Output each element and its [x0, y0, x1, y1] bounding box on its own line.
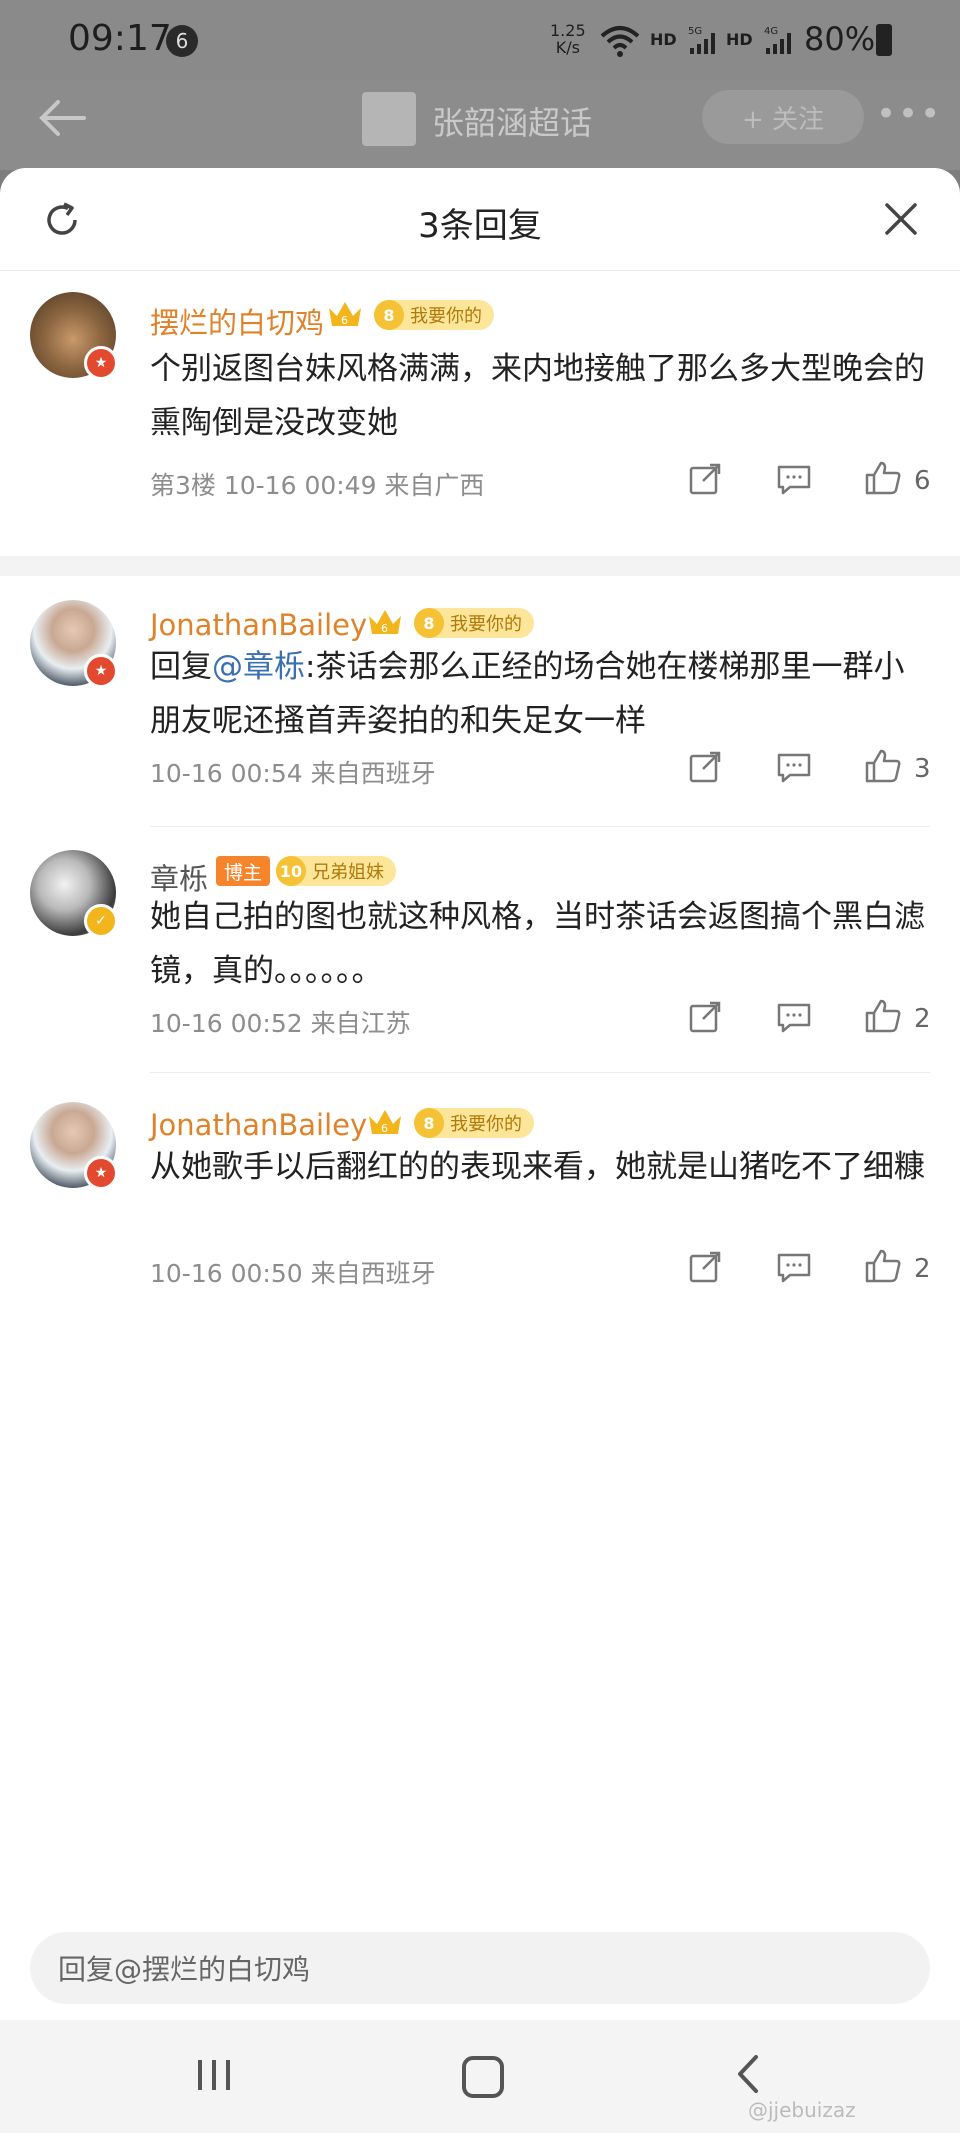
like-icon[interactable]: [864, 1248, 902, 1284]
close-icon[interactable]: [884, 202, 918, 236]
avatar[interactable]: ★: [30, 1102, 118, 1190]
share-icon[interactable]: [688, 1250, 722, 1284]
comment-text: 从她歌手以后翻红的的表现来看，她就是山猪吃不了细糠: [150, 1149, 925, 1185]
comment-item: ★ JonathanBailey 6 8 我要你的 从她歌手以后翻红的的表现来看…: [0, 1074, 960, 1314]
reply-input[interactable]: 回复@摆烂的白切鸡: [30, 1932, 930, 2004]
system-nav-bar: @jjebuizaz: [0, 2020, 960, 2133]
username[interactable]: 摆烂的白切鸡: [150, 300, 324, 342]
topic-avatar: [362, 92, 416, 146]
like-icon[interactable]: [864, 460, 902, 496]
battery-icon: [876, 24, 892, 56]
signal-5g-icon: 5G: [688, 26, 715, 54]
watermark-text: @jjebuizaz: [748, 2098, 856, 2122]
share-icon[interactable]: [688, 1000, 722, 1034]
notification-count-badge: 6: [166, 25, 198, 57]
comment-divider: [150, 1072, 930, 1073]
nav-back-icon[interactable]: [736, 2054, 760, 2094]
verified-badge-icon: ★: [84, 1156, 118, 1190]
fan-badge: 8 我要你的: [414, 608, 534, 638]
avatar[interactable]: ★: [30, 600, 118, 688]
replies-sheet: 3条回复 ★ 摆烂的白切鸡 6 8 我要你的 个别返图台妹风格满满，来内地接触了…: [0, 168, 960, 2133]
mention-link[interactable]: @章栎: [212, 649, 305, 685]
comment-icon[interactable]: [776, 1252, 812, 1284]
comment-item: ★ 摆烂的白切鸡 6 8 我要你的 个别返图台妹风格满满，来内地接触了那么多大型…: [0, 270, 960, 520]
comment-text: 她自己拍的图也就这种风格，当时茶话会返图搞个黑白滤镜，真的。。。。。。: [150, 899, 925, 989]
username[interactable]: JonathanBailey: [150, 608, 367, 642]
svg-text:4G: 4G: [764, 26, 778, 37]
fan-badge: 10 兄弟姐妹: [276, 856, 396, 886]
comment-divider: [150, 826, 930, 827]
signal-4g-icon: 4G: [764, 26, 791, 54]
recent-apps-icon[interactable]: [196, 2058, 232, 2092]
like-icon[interactable]: [864, 998, 902, 1034]
like-icon[interactable]: [864, 748, 902, 784]
verified-badge-icon: ★: [84, 654, 118, 688]
fan-badge: 8 我要你的: [414, 1108, 534, 1138]
like-count: 3: [914, 754, 931, 784]
svg-text:6: 6: [381, 622, 388, 635]
hd-indicator: HD: [650, 30, 677, 49]
comment-meta: 第3楼 10-16 00:49 来自广西: [150, 471, 485, 500]
comment-meta: 10-16 00:50 来自西班牙: [150, 1259, 436, 1288]
like-count: 2: [914, 1254, 931, 1284]
svg-text:5G: 5G: [688, 26, 702, 37]
like-count: 2: [914, 1004, 931, 1034]
home-icon[interactable]: [462, 2056, 504, 2098]
comment-item: ★ JonathanBailey 6 8 我要你的 回复@章栎:茶话会那么正经的…: [0, 576, 960, 816]
share-icon[interactable]: [688, 462, 722, 496]
comment-text: 个别返图台妹风格满满，来内地接触了那么多大型晚会的熏陶倒是没改变她: [150, 351, 925, 441]
hd-indicator-2: HD: [726, 30, 753, 49]
svg-text:6: 6: [381, 1122, 388, 1135]
comment-icon[interactable]: [776, 464, 812, 496]
share-icon[interactable]: [688, 750, 722, 784]
back-arrow-icon[interactable]: [36, 98, 88, 138]
battery-percentage: 80%: [804, 20, 876, 58]
crown-icon: 6: [329, 302, 361, 327]
like-count: 6: [914, 466, 931, 496]
clock: 09:17: [68, 18, 172, 59]
sheet-title: 3条回复: [418, 206, 542, 246]
comment-meta: 10-16 00:54 来自西班牙: [150, 759, 436, 788]
crown-icon: 6: [369, 610, 401, 635]
status-bar: 09:17 6 1.25 K/s HD 5G HD 4G 80%: [0, 0, 960, 80]
sheet-header: 3条回复: [0, 168, 960, 271]
crown-icon: 6: [369, 1110, 401, 1135]
topic-title: 张韶涵超话: [432, 104, 593, 142]
follow-button[interactable]: + 关注: [702, 90, 864, 144]
comment-meta: 10-16 00:52 来自江苏: [150, 1009, 411, 1038]
avatar[interactable]: ✓: [30, 850, 118, 938]
comment-text: 回复@章栎:茶话会那么正经的场合她在楼梯那里一群小朋友呢还搔首弄姿拍的和失足女一…: [150, 649, 905, 739]
background-page-header: 张韶涵超话 + 关注 •••: [0, 80, 960, 170]
more-icon[interactable]: •••: [876, 94, 942, 134]
section-divider: [0, 556, 960, 576]
comment-item: ✓ 章栎 博主 10 兄弟姐妹 她自己拍的图也就这种风格，当时茶话会返图搞个黑白…: [0, 828, 960, 1068]
blogger-tag: 博主: [216, 856, 271, 886]
verified-badge-icon: ★: [84, 346, 118, 380]
verified-badge-icon: ✓: [84, 904, 118, 938]
comment-icon[interactable]: [776, 752, 812, 784]
username[interactable]: JonathanBailey: [150, 1108, 367, 1142]
network-speed: 1.25 K/s: [550, 21, 586, 57]
comment-icon[interactable]: [776, 1002, 812, 1034]
svg-text:6: 6: [341, 314, 348, 327]
wifi-icon: [600, 26, 640, 57]
avatar[interactable]: ★: [30, 292, 118, 380]
fan-badge: 8 我要你的: [374, 300, 494, 330]
